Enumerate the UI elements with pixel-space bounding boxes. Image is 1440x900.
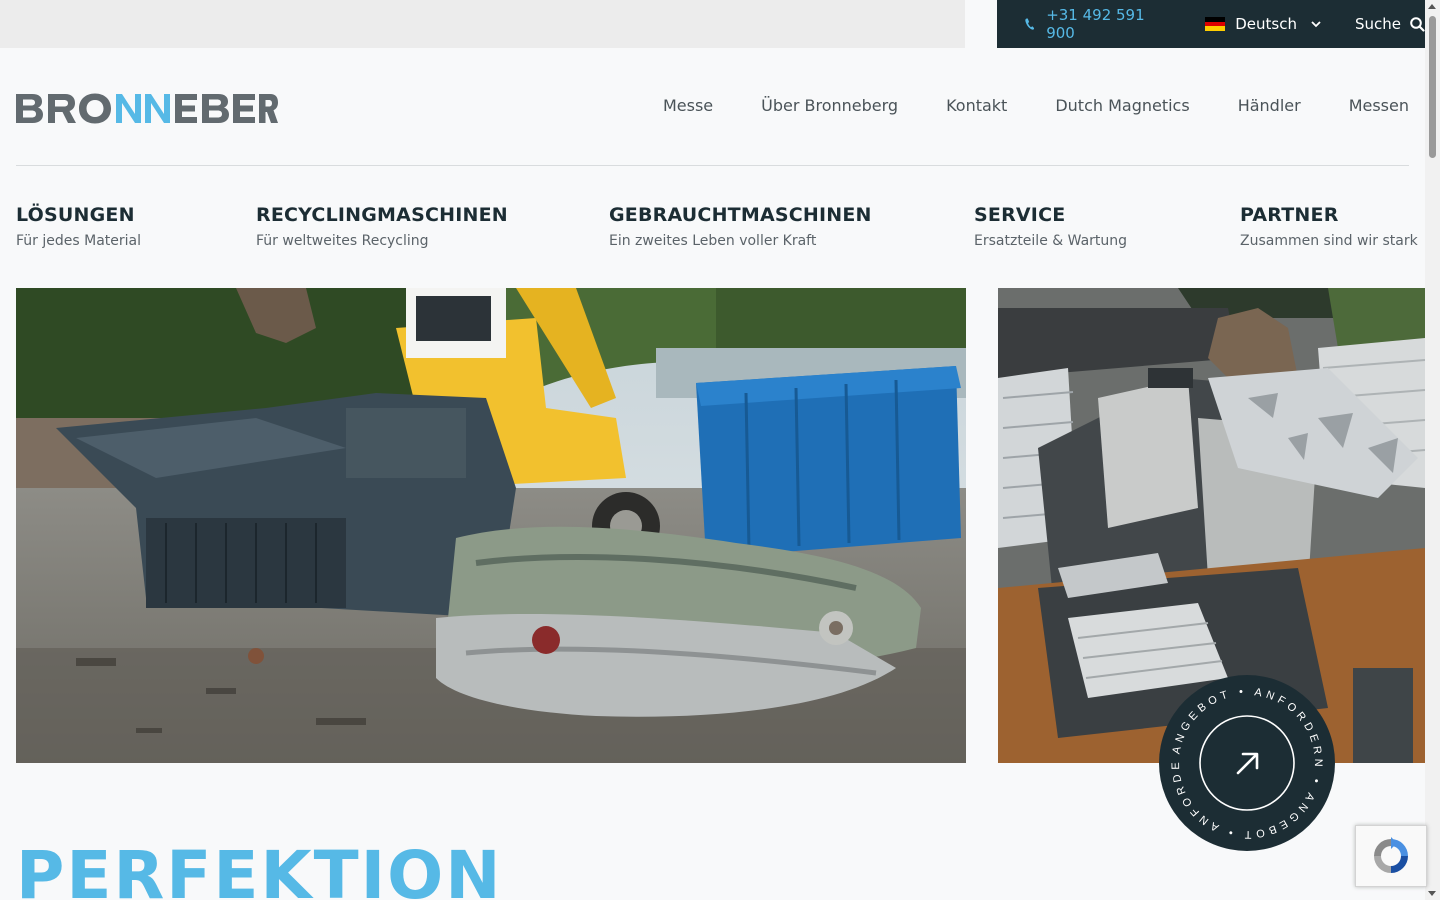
hero-image-shredder[interactable] (16, 288, 966, 763)
top-placeholder-bar (0, 0, 965, 48)
category-title: SERVICE (974, 204, 1066, 226)
scroll-down-arrow[interactable] (1428, 891, 1436, 896)
scroll-up-arrow[interactable] (1428, 4, 1436, 9)
phone-link[interactable]: +31 492 591 900 (1025, 6, 1167, 42)
section-headline: PERFEKTION (16, 837, 503, 900)
search-icon (1410, 16, 1425, 32)
phone-icon (1025, 18, 1035, 30)
phone-number: +31 492 591 900 (1046, 6, 1145, 42)
main-navigation: Messe Über Bronneberg Kontakt Dutch Magn… (663, 96, 1409, 115)
request-offer-badge[interactable]: ANGEBOT • ANFORDERN • ANGEBOT • ANFORDER… (1159, 675, 1335, 851)
utility-bar: +31 492 591 900 Deutsch Suche (997, 0, 1425, 48)
category-subtitle: Ein zweites Leben voller Kraft (609, 233, 817, 249)
shredder-scene-image (16, 288, 966, 763)
german-flag-icon (1205, 17, 1226, 32)
nav-item-ueber-bronneberg[interactable]: Über Bronneberg (761, 96, 898, 115)
nav-item-haendler[interactable]: Händler (1238, 96, 1301, 115)
category-title: PARTNER (1240, 204, 1339, 226)
header-divider (16, 165, 1409, 166)
category-partner[interactable]: PARTNER Zusammen sind wir stark (1240, 204, 1418, 249)
scrollbar-thumb[interactable] (1429, 16, 1436, 158)
nav-item-messen[interactable]: Messen (1349, 96, 1409, 115)
category-subtitle: Für weltweites Recycling (256, 233, 429, 249)
nav-item-kontakt[interactable]: Kontakt (946, 96, 1007, 115)
nav-item-dutch-magnetics[interactable]: Dutch Magnetics (1055, 96, 1189, 115)
category-loesungen[interactable]: LÖSUNGEN Für jedes Material (16, 204, 141, 249)
page-scrollbar[interactable] (1425, 0, 1440, 900)
category-subtitle: Zusammen sind wir stark (1240, 233, 1418, 249)
bronneberg-logo[interactable] (16, 92, 278, 126)
category-title: RECYCLINGMASCHINEN (256, 204, 508, 226)
category-subtitle: Ersatzteile & Wartung (974, 233, 1128, 249)
recaptcha-badge[interactable] (1355, 825, 1427, 887)
category-title: LÖSUNGEN (16, 204, 135, 226)
search-button[interactable]: Suche (1355, 15, 1425, 33)
nav-item-messe[interactable]: Messe (663, 96, 713, 115)
recaptcha-icon (1374, 837, 1408, 873)
chevron-down-icon (1311, 20, 1321, 27)
language-select[interactable]: Deutsch (1205, 15, 1321, 33)
category-gebrauchtmaschinen[interactable]: GEBRAUCHTMASCHINEN Ein zweites Leben vol… (609, 204, 872, 249)
category-subtitle: Für jedes Material (16, 233, 141, 249)
language-label: Deutsch (1235, 15, 1297, 33)
category-service[interactable]: SERVICE Ersatzteile & Wartung (974, 204, 1127, 249)
category-title: GEBRAUCHTMASCHINEN (609, 204, 872, 226)
category-recyclingmaschinen[interactable]: RECYCLINGMASCHINEN Für weltweites Recycl… (256, 204, 508, 249)
search-label: Suche (1354, 15, 1401, 33)
